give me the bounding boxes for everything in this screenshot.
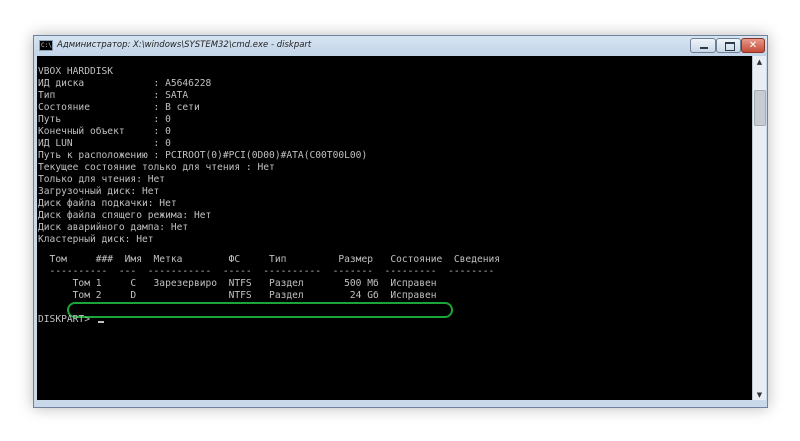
- volume-table-header: Том ### Имя Метка ФС Тип Размер Состояни…: [38, 254, 501, 265]
- console-line: Диск файла спящего режима: Нет: [38, 210, 212, 221]
- console-line: Тип : SATA: [38, 90, 189, 101]
- console-output[interactable]: VBOX HARDDISK ИД диска : A5646228 Тип : …: [37, 56, 752, 402]
- vertical-scrollbar[interactable]: ▲ ▼: [752, 56, 766, 402]
- console-line: Диск аварийного дампа: Нет: [38, 222, 189, 233]
- console-line: Состояние : В сети: [38, 102, 200, 113]
- console-line: ИД LUN : 0: [38, 138, 171, 149]
- console-line: Путь к расположению : PCIROOT(0)#PCI(0D0…: [38, 150, 368, 161]
- close-button[interactable]: ✕: [741, 38, 765, 53]
- window-title: Администратор: X:\windows\SYSTEM32\cmd.e…: [57, 40, 312, 50]
- volume-row-1: Том 1 C Зарезервиро NTFS Раздел 500 Мб И…: [38, 278, 437, 289]
- close-icon: ✕: [748, 40, 758, 51]
- scroll-up-button[interactable]: ▲: [753, 56, 766, 69]
- diskpart-prompt[interactable]: DISKPART>: [38, 314, 104, 326]
- maximize-icon: [725, 42, 735, 51]
- maximize-button[interactable]: [716, 38, 741, 53]
- window-bottom-border: [34, 400, 767, 407]
- console-line: Диск файла подкачки: Нет: [38, 198, 177, 209]
- minimize-button[interactable]: [690, 38, 716, 53]
- volume-2-highlight: [67, 302, 453, 318]
- minimize-icon: [700, 47, 708, 49]
- prompt-text: DISKPART>: [38, 314, 96, 325]
- console-line: Путь : 0: [38, 114, 171, 125]
- console-line: Текущее состояние только для чтения : Не…: [38, 162, 275, 173]
- volume-row-2: Том 2 D NTFS Раздел 24 Gб Исправен: [38, 290, 437, 301]
- scroll-thumb[interactable]: [754, 90, 766, 126]
- cmd-window: C:\ Администратор: X:\windows\SYSTEM32\c…: [33, 35, 768, 408]
- console-line: Конечный объект : 0: [38, 126, 171, 137]
- title-bar[interactable]: C:\ Администратор: X:\windows\SYSTEM32\c…: [34, 36, 767, 56]
- console-line: Загрузочный диск: Нет: [38, 186, 160, 197]
- console-line: ИД диска : A5646228: [38, 78, 212, 89]
- console-line: Кластерный диск: Нет: [38, 234, 154, 245]
- console-line: Только для чтения: Нет: [38, 174, 166, 185]
- console-line: VBOX HARDDISK: [38, 66, 114, 77]
- volume-table-separator: ---------- --- ----------- ----- -------…: [38, 266, 495, 277]
- cmd-app-icon[interactable]: C:\: [39, 40, 53, 51]
- text-cursor: [97, 321, 104, 323]
